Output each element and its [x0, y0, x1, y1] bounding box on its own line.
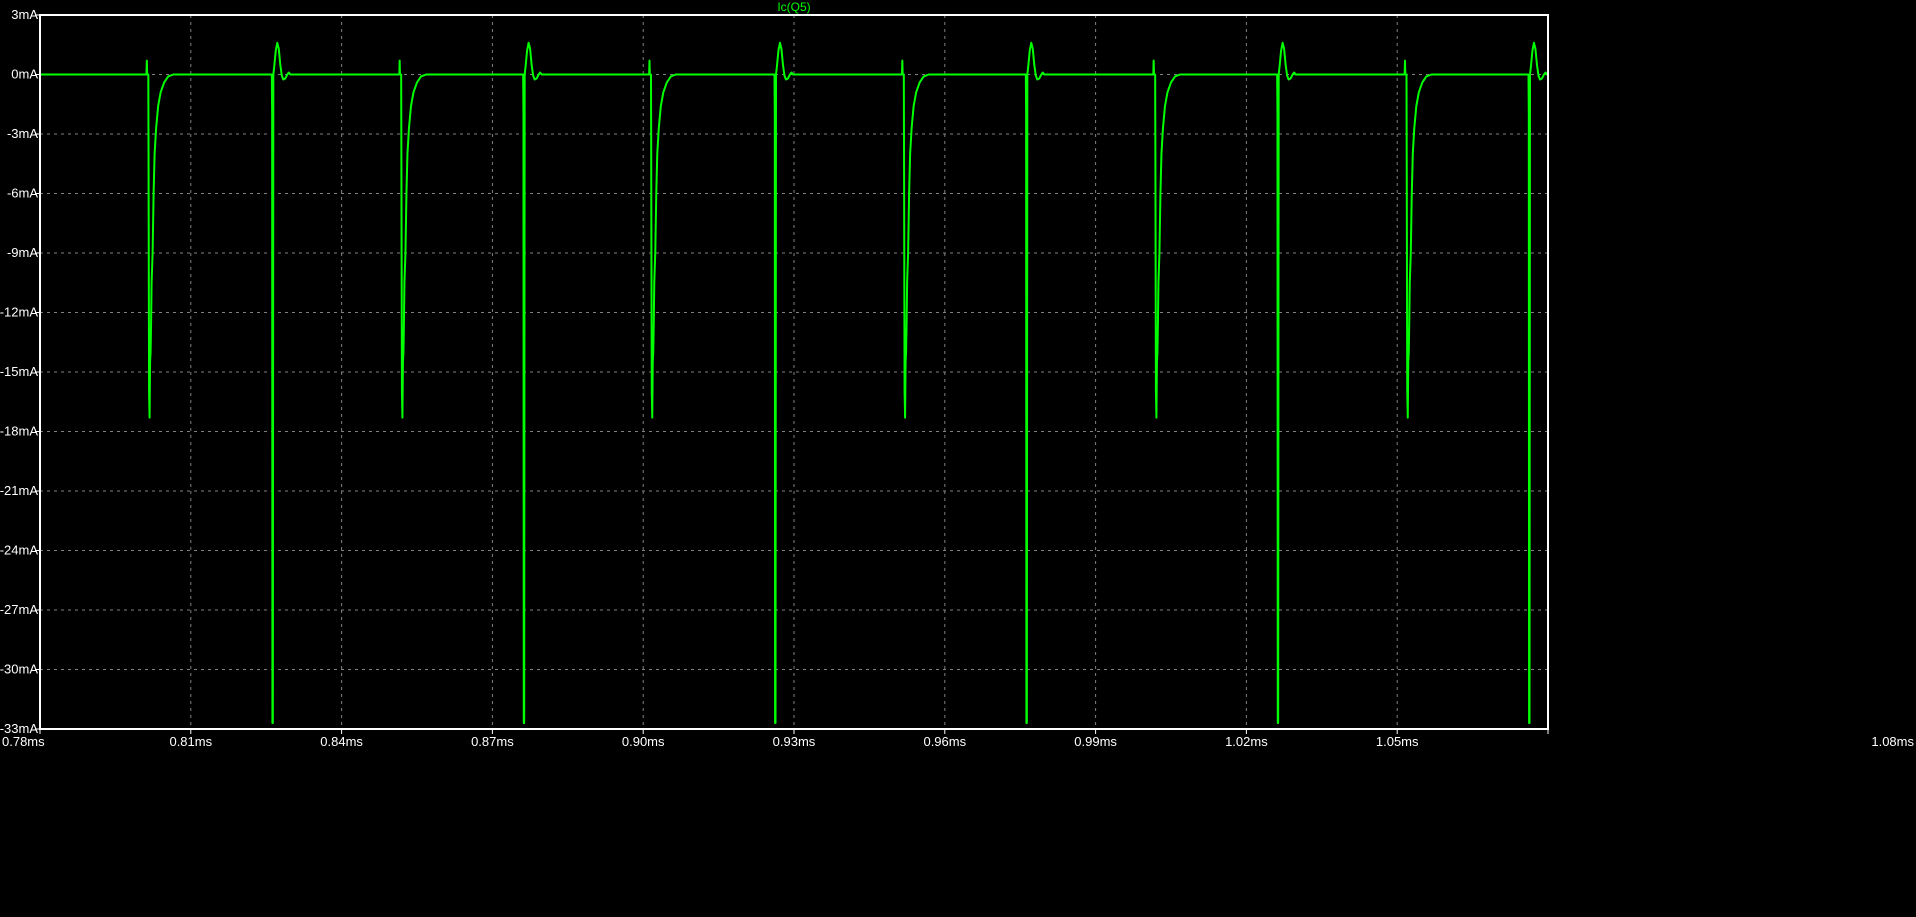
y-tick-label: -27mA	[0, 602, 38, 617]
y-tick-label: -15mA	[0, 364, 38, 379]
x-tick-label: 0.87ms	[471, 734, 514, 749]
y-tick-label: -3mA	[7, 126, 38, 141]
x-tick-label: 1.05ms	[1376, 734, 1419, 749]
y-tick-label: -30mA	[0, 662, 38, 677]
x-tick-label: 0.90ms	[622, 734, 665, 749]
y-tick-label: -21mA	[0, 483, 38, 498]
x-tick-label: 1.02ms	[1225, 734, 1268, 749]
x-tick-label: 0.96ms	[923, 734, 966, 749]
y-tick-label: 3mA	[11, 7, 38, 22]
y-tick-label: -18mA	[0, 424, 38, 439]
plot-background	[0, 0, 1916, 917]
y-tick-label: -9mA	[7, 245, 38, 260]
x-tick-label: 0.84ms	[320, 734, 363, 749]
x-tick-label: 0.78ms	[2, 734, 45, 749]
x-tick-label: 0.81ms	[169, 734, 212, 749]
x-tick-label: 0.99ms	[1074, 734, 1117, 749]
y-tick-label: -12mA	[0, 305, 38, 320]
y-tick-label: -24mA	[0, 543, 38, 558]
y-tick-label: 0mA	[11, 67, 38, 82]
x-tick-label: 0.93ms	[773, 734, 816, 749]
trace-title[interactable]: Ic(Q5)	[777, 0, 810, 14]
y-tick-label: -6mA	[7, 186, 38, 201]
waveform-plot[interactable]: 3mA 0mA -3mA -6mA -9mA -12mA -15mA -18mA -21mA -2…	[0, 0, 1916, 917]
x-tick-label: 1.08ms	[1871, 734, 1914, 749]
